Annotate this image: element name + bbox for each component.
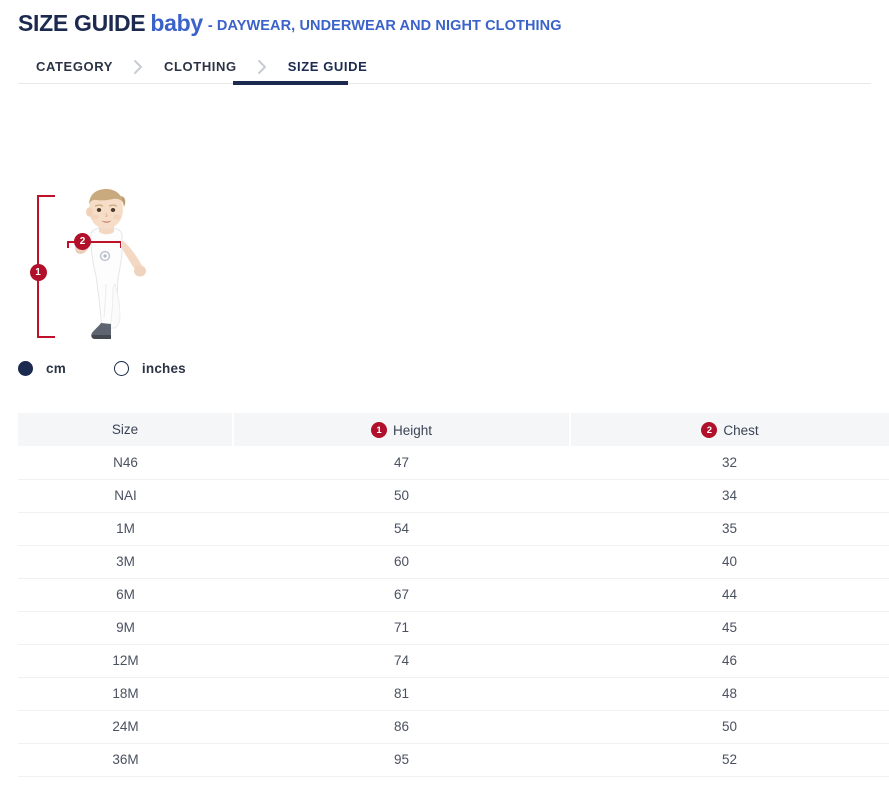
table-row: 9M 71 45: [18, 611, 889, 644]
active-tab-indicator: [233, 81, 348, 85]
cell-chest: 35: [570, 512, 889, 545]
table-header: Size 1 Height 2 Chest: [18, 413, 889, 446]
cell-size: 36M: [18, 743, 233, 776]
page-title: SIZE GUIDEbaby - DAYWEAR, UNDERWEAR AND N…: [18, 12, 562, 35]
cell-chest: 34: [570, 479, 889, 512]
page-title-main: SIZE GUIDE: [18, 10, 145, 36]
column-header-size-label: Size: [112, 423, 138, 437]
radio-cm[interactable]: [18, 361, 33, 376]
cell-size: 12M: [18, 644, 233, 677]
table-row: NAI 50 34: [18, 479, 889, 512]
cell-height: 54: [233, 512, 570, 545]
cell-size: 24M: [18, 710, 233, 743]
size-guide-table: Size 1 Height 2 Chest N46 47 32: [18, 413, 889, 777]
breadcrumb-item-size-guide[interactable]: SIZE GUIDE: [270, 50, 386, 83]
marker-badge-chest: 2: [74, 233, 91, 250]
unit-selector: cm inches: [18, 356, 186, 380]
cell-size: NAI: [18, 479, 233, 512]
breadcrumb-item-category[interactable]: CATEGORY: [18, 50, 131, 83]
unit-label-inches: inches: [142, 361, 186, 376]
table-row: 6M 67 44: [18, 578, 889, 611]
cell-height: 74: [233, 644, 570, 677]
table-row: 24M 86 50: [18, 710, 889, 743]
baby-illustration-icon: [58, 188, 158, 348]
cell-height: 86: [233, 710, 570, 743]
cell-chest: 50: [570, 710, 889, 743]
breadcrumb: CATEGORY CLOTHING SIZE GUIDE: [18, 50, 385, 83]
height-measure-cap-top: [37, 195, 55, 197]
cell-height: 71: [233, 611, 570, 644]
column-header-size[interactable]: Size: [18, 413, 233, 446]
marker-badge-height: 1: [30, 264, 47, 281]
table-row: 1M 54 35: [18, 512, 889, 545]
tabs-divider: [18, 83, 871, 84]
column-header-height[interactable]: 1 Height: [233, 413, 570, 446]
cell-chest: 46: [570, 644, 889, 677]
table-header-row: Size 1 Height 2 Chest: [18, 413, 889, 446]
unit-option-cm[interactable]: cm: [18, 361, 66, 376]
table-row: 36M 95 52: [18, 743, 889, 776]
column-header-chest[interactable]: 2 Chest: [570, 413, 889, 446]
cell-height: 95: [233, 743, 570, 776]
page-title-subtitle: - DAYWEAR, UNDERWEAR AND NIGHT CLOTHING: [208, 18, 562, 34]
cell-height: 47: [233, 446, 570, 479]
cell-chest: 45: [570, 611, 889, 644]
column-header-height-label: Height: [393, 424, 432, 438]
chevron-right-icon: [255, 59, 270, 75]
table-row: 3M 60 40: [18, 545, 889, 578]
height-measure-cap-bottom: [37, 336, 55, 338]
table-row: 18M 81 48: [18, 677, 889, 710]
column-header-chest-label: Chest: [723, 424, 758, 438]
cell-chest: 52: [570, 743, 889, 776]
cell-size: 3M: [18, 545, 233, 578]
cell-size: N46: [18, 446, 233, 479]
chest-measure-tick-left: [67, 241, 69, 248]
table-row: N46 47 32: [18, 446, 889, 479]
breadcrumb-item-clothing[interactable]: CLOTHING: [146, 50, 255, 83]
cell-height: 50: [233, 479, 570, 512]
page-title-category: baby: [150, 10, 202, 36]
cell-size: 1M: [18, 512, 233, 545]
table-row: 12M 74 46: [18, 644, 889, 677]
cell-size: 18M: [18, 677, 233, 710]
column-badge-chest: 2: [701, 422, 717, 438]
cell-height: 81: [233, 677, 570, 710]
column-badge-height: 1: [371, 422, 387, 438]
cell-size: 6M: [18, 578, 233, 611]
cell-height: 60: [233, 545, 570, 578]
measurement-figure: 1 2: [18, 186, 198, 351]
cell-chest: 44: [570, 578, 889, 611]
cell-size: 9M: [18, 611, 233, 644]
cell-chest: 48: [570, 677, 889, 710]
unit-label-cm: cm: [46, 361, 66, 376]
cell-chest: 32: [570, 446, 889, 479]
radio-inches[interactable]: [114, 361, 129, 376]
chest-measure-tick-right: [120, 241, 122, 248]
cell-chest: 40: [570, 545, 889, 578]
cell-height: 67: [233, 578, 570, 611]
table-body: N46 47 32 NAI 50 34 1M 54 35 3M 60 40 6M…: [18, 446, 889, 776]
chevron-right-icon: [131, 59, 146, 75]
unit-option-inches[interactable]: inches: [114, 361, 186, 376]
